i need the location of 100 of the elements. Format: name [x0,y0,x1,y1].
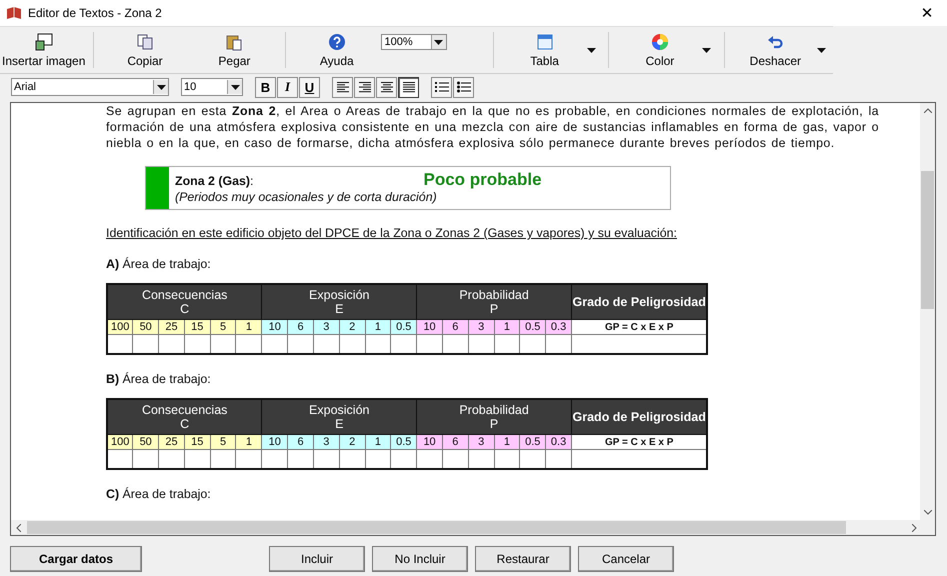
underline-button[interactable]: U [299,76,320,98]
align-right-icon [358,81,372,93]
dialog-button[interactable]: Incluir [269,546,365,572]
help-icon [328,32,346,50]
toolbar-button[interactable]: Copiar [125,30,165,70]
column-header: Consecuencias C [107,399,262,434]
dropdown-arrow-button[interactable] [700,46,713,54]
colon-text: : [250,174,254,188]
table-cell: 6 [442,320,468,334]
book-icon [6,6,22,20]
table-cell: 0.5 [390,320,417,334]
bullet-list-icon [456,81,470,93]
table-cell: 10 [262,320,288,334]
table-cell: 100 [107,434,133,450]
table-cell: 1 [236,320,262,334]
align-center-icon [380,81,394,93]
vertical-scrollbar[interactable] [920,103,935,520]
table-cell: 0.5 [520,320,546,334]
scroll-up-icon [924,108,932,113]
toolbar-button[interactable]: Ayuda [318,30,356,70]
table-cell: 1 [365,320,391,334]
area-letter: A) [106,257,120,271]
scroll-left-icon [16,524,21,532]
table-cell: 6 [442,434,468,450]
clipboard-icon [225,32,244,50]
font-size-dropdown[interactable]: 10 [181,78,243,96]
window-title: Editor de Textos - Zona 2 [28,6,163,20]
table-cell: 100 [107,320,133,334]
align-button[interactable] [398,76,419,98]
caret-icon [702,48,711,52]
table-cell: 6 [288,320,314,334]
caret-icon [817,48,826,52]
caret-icon [434,40,444,44]
table-cell: 1 [494,434,520,450]
align-button[interactable] [332,76,353,98]
window-icon [536,32,554,50]
toolbar-button[interactable]: Pegar [216,30,252,70]
column-header: Grado de Peligrosidad [571,284,708,320]
toolbar-button[interactable]: Tabla [504,30,585,70]
dropdown-arrow-button[interactable] [584,46,598,54]
scroll-right-icon [912,524,917,532]
column-header: Grado de Peligrosidad [571,399,708,434]
table-cell: 15 [184,434,210,450]
color-wheel-icon [650,32,669,50]
font-dropdown[interactable]: Arial [11,78,169,96]
table-cell: 15 [184,320,210,334]
zoom-dropdown[interactable]: 100% [381,34,447,50]
zone-note: (Periodos muy ocasionales y de corta duración) [175,190,438,204]
bold-button[interactable]: B [255,76,276,98]
align-left-icon [336,81,350,93]
caret-icon [230,84,240,90]
area-label: Área de trabajo: [122,487,211,501]
numbered-list-icon [434,81,448,93]
table-cell: 0.5 [520,434,546,450]
dialog-button[interactable]: Cancelar [578,546,674,572]
toolbar-button[interactable]: Color [620,30,700,70]
list-button[interactable] [431,76,452,98]
copy-icon [136,32,154,50]
column-header: Exposición E [262,284,417,320]
rating-text: Poco probable [424,170,542,190]
horizontal-scrollbar[interactable] [11,520,935,535]
table-cell: 1 [494,320,520,334]
dialog-button[interactable]: Restaurar [475,546,571,572]
justify-icon [402,81,416,93]
section-heading: Identificación en este edificio objeto del DPCE de la Zona o Zonas 2 (Gases y vapores) y su evaluación: [106,226,678,240]
close-button[interactable]: ✕ [907,0,947,26]
table-cell: 1 [365,434,391,450]
column-header: Consecuencias C [107,284,262,320]
table-cell: 2 [339,320,366,334]
paragraph: Se agrupan en esta Zona 2, el Area o Areas de trabajo en la que no es probable, en condiciones normales de explotación, la formación de una atmósfera explosiva consistente en una mezcla con aire de sustancias inflamables en forma de gas, vapor o niebla o en la que, en caso de formarse, dicha atmósfera explosiva sólo permanece durante breves períodos de tiempo. [106,103,879,151]
zone-title: Zona 2 (Gas) [175,174,250,188]
table-cell: 5 [210,320,236,334]
toolbar-button[interactable]: Insertar imagen [0,30,88,70]
dropdown-arrow-button[interactable] [815,46,828,54]
align-button[interactable] [376,76,397,98]
table-cell: 25 [158,434,184,450]
picture-frame-icon [34,32,53,50]
toolbar-button[interactable]: Deshacer [735,30,816,70]
area-label: Área de trabajo: [122,257,211,271]
table-cell: 50 [132,434,159,450]
table-cell: 0.3 [546,320,572,334]
table-cell: 3 [468,434,494,450]
table-cell: 6 [288,434,314,450]
italic-button[interactable]: I [277,76,298,98]
dialog-button[interactable]: No Incluir [372,546,468,572]
area-letter: C) [106,487,120,501]
column-header: Exposición E [262,399,417,434]
table-cell: 10 [262,434,288,450]
column-header: Probabilidad P [416,399,572,434]
table-cell: 25 [158,320,184,334]
load-data-button[interactable]: Cargar datos [10,546,142,572]
table-cell: 0.3 [546,434,572,450]
table-cell: 3 [313,320,340,334]
table-cell: 10 [416,434,442,450]
column-header: Probabilidad P [416,284,572,320]
area-label: Área de trabajo: [122,372,211,386]
align-button[interactable] [354,76,375,98]
list-button[interactable] [453,76,474,98]
caret-icon [586,48,596,52]
table-cell: 2 [339,434,366,450]
